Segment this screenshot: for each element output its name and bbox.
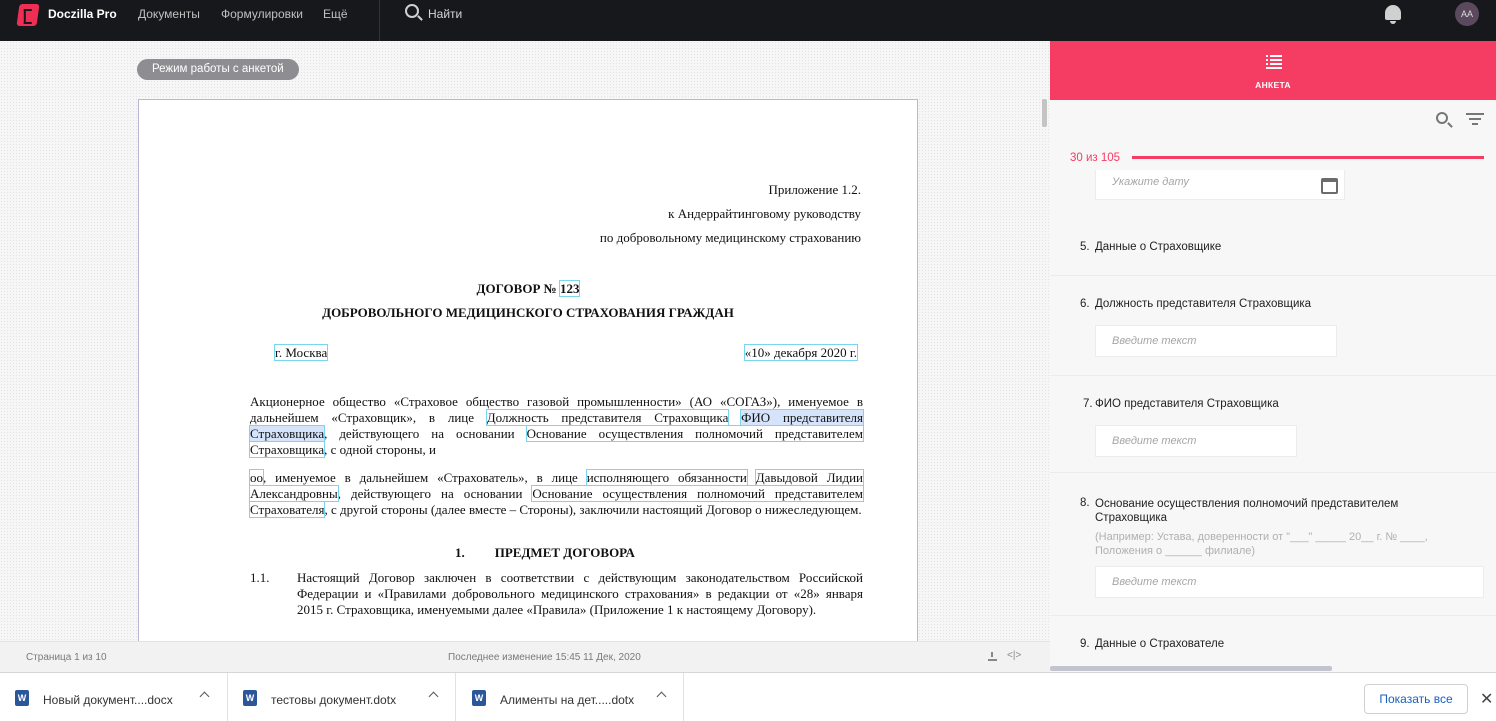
- nav-formulations[interactable]: Формулировки: [221, 7, 303, 21]
- downloads-bar: W Новый документ....docx W тестовы докум…: [0, 672, 1496, 721]
- last-modified: Последнее изменение 15:45 11 Дек, 2020: [448, 652, 641, 663]
- question-9-number: 9.: [1080, 638, 1090, 650]
- field-policyholder-position[interactable]: исполняющего обязанности: [585, 469, 748, 486]
- questionnaire-tab-header[interactable]: АНКЕТА: [1050, 41, 1496, 100]
- question-6-label: Должность представителя Страховщика: [1095, 298, 1312, 310]
- question-8-number: 8.: [1080, 497, 1090, 509]
- document-page[interactable]: Приложение 1.2. к Андеррайтинговому руко…: [138, 99, 918, 641]
- text-run: , действующего на основании: [337, 486, 533, 501]
- panel-horizontal-scrollbar[interactable]: [1050, 666, 1332, 671]
- avatar[interactable]: AA: [1455, 2, 1479, 26]
- divider: [1050, 472, 1496, 473]
- divider: [1050, 615, 1496, 616]
- brand-name[interactable]: Doczilla Pro: [48, 7, 117, 21]
- questionnaire-panel: 30 из 105 Укажите дату 5. Данные о Страх…: [1050, 100, 1496, 672]
- download-item[interactable]: W Новый документ....docx: [0, 673, 228, 721]
- divider: [1050, 375, 1496, 376]
- status-bar: Страница 1 из 10 Последнее изменение 15:…: [0, 641, 1050, 672]
- text-run: , с одной стороны, и: [324, 442, 436, 457]
- word-file-icon: W: [472, 690, 486, 706]
- chevron-up-icon[interactable]: [656, 691, 667, 702]
- word-file-icon: W: [243, 690, 257, 706]
- progress-counter: 30 из 105: [1070, 152, 1121, 164]
- download-file-name: Алименты на дет.....dotx: [500, 693, 635, 707]
- question-5-number: 5.: [1080, 241, 1090, 253]
- chevron-up-icon[interactable]: [199, 691, 210, 702]
- chevron-up-icon[interactable]: [428, 691, 439, 702]
- download-file-name: тестовы документ.dotx: [271, 693, 397, 707]
- question-7-input[interactable]: Введите текст: [1095, 425, 1297, 457]
- paragraph-policyholder: оо, именуемое в дальнейшем «Страхователь…: [248, 469, 865, 518]
- progress-bar: [1132, 156, 1484, 159]
- top-navigation-bar: Doczilla Pro Документы Формулировки Ещё …: [0, 0, 1496, 41]
- text-run: [747, 470, 756, 485]
- clause-number: 1.1.: [250, 570, 270, 585]
- code-view-icon[interactable]: <|>: [1007, 650, 1021, 661]
- city-field: г. Москва: [273, 344, 329, 361]
- question-7-number: 7.: [1083, 398, 1093, 410]
- header-line-3: по добровольному медицинскому страховани…: [599, 230, 861, 245]
- contract-title: ДОГОВОР № 123: [139, 280, 917, 297]
- nav-documents[interactable]: Документы: [138, 7, 200, 21]
- question-6-number: 6.: [1080, 298, 1090, 310]
- download-file-name: Новый документ....docx: [43, 693, 173, 707]
- date-input[interactable]: Укажите дату: [1095, 170, 1345, 200]
- progress-bar-fill: [1132, 156, 1484, 159]
- question-7-label: ФИО представителя Страховщика: [1095, 398, 1279, 410]
- clause-text: Настоящий Договор заключен в соответстви…: [297, 570, 863, 617]
- download-item[interactable]: W тестовы документ.dotx: [228, 673, 456, 721]
- date-value[interactable]: «10» декабря 2020 г.: [743, 344, 859, 361]
- close-icon[interactable]: ✕: [1480, 689, 1493, 709]
- doczilla-logo-icon[interactable]: [16, 4, 40, 26]
- download-item[interactable]: W Алименты на дет.....dotx: [456, 673, 684, 721]
- list-icon: [1266, 55, 1282, 69]
- contract-subtitle: ДОБРОВОЛЬНОГО МЕДИЦИНСКОГО СТРАХОВАНИЯ Г…: [322, 305, 734, 320]
- section-heading: 1. ПРЕДМЕТ ДОГОВОРА: [455, 545, 635, 561]
- question-9-label: Данные о Страхователе: [1095, 638, 1225, 650]
- field-insurer-position[interactable]: Должность представителя Страховщика: [485, 409, 730, 426]
- calendar-icon[interactable]: [1321, 178, 1338, 194]
- paragraph-insurer: Акционерное общество «Страховое общество…: [248, 394, 865, 458]
- contract-number-field[interactable]: 123: [558, 280, 581, 297]
- bell-icon[interactable]: [1385, 5, 1401, 24]
- word-file-icon: W: [15, 690, 29, 706]
- header-line-1: Приложение 1.2.: [768, 182, 861, 197]
- search-icon[interactable]: [1436, 112, 1448, 124]
- text-run: [728, 410, 741, 425]
- page-counter: Страница 1 из 10: [26, 652, 107, 663]
- question-8-hint: (Например: Устава, доверенности от "___"…: [1095, 531, 1428, 557]
- section-number: 1.: [455, 545, 465, 560]
- document-workspace: Режим работы с анкетой Приложение 1.2. к…: [0, 41, 1050, 641]
- city-value[interactable]: г. Москва: [273, 344, 329, 361]
- date-input-placeholder: Укажите дату: [1112, 176, 1189, 188]
- nav-divider: [379, 0, 380, 41]
- text-run: , с другой стороны (далее вместе – Сторо…: [324, 502, 862, 517]
- questionnaire-mode-badge[interactable]: Режим работы с анкетой: [137, 59, 299, 80]
- text-run: , именуемое в дальнейшем «Страхователь»,…: [263, 470, 587, 485]
- tab-questionnaire[interactable]: АНКЕТА: [1050, 80, 1496, 90]
- show-all-button[interactable]: Показать все: [1364, 684, 1468, 714]
- download-icon[interactable]: [988, 652, 997, 661]
- search-icon[interactable]: [405, 4, 419, 18]
- question-6-input[interactable]: Введите текст: [1095, 325, 1337, 357]
- question-8-input[interactable]: Введите текст: [1095, 566, 1484, 598]
- nav-more[interactable]: Ещё: [323, 7, 348, 21]
- search-button[interactable]: Найти: [428, 7, 462, 21]
- contract-title-prefix: ДОГОВОР №: [476, 281, 560, 296]
- header-line-2: к Андеррайтинговому руководству: [668, 206, 861, 221]
- question-8-label: Основание осуществления полномочий предс…: [1095, 498, 1399, 524]
- question-5-label: Данные о Страховщике: [1095, 241, 1222, 253]
- divider: [1050, 275, 1496, 276]
- filter-icon[interactable]: [1466, 113, 1484, 125]
- field-policyholder-name[interactable]: оо: [249, 469, 264, 486]
- section-title: ПРЕДМЕТ ДОГОВОРА: [494, 545, 635, 560]
- document-vertical-scrollbar[interactable]: [1042, 99, 1047, 127]
- text-run: , действующего на основании: [324, 426, 527, 441]
- date-field: «10» декабря 2020 г.: [743, 344, 859, 361]
